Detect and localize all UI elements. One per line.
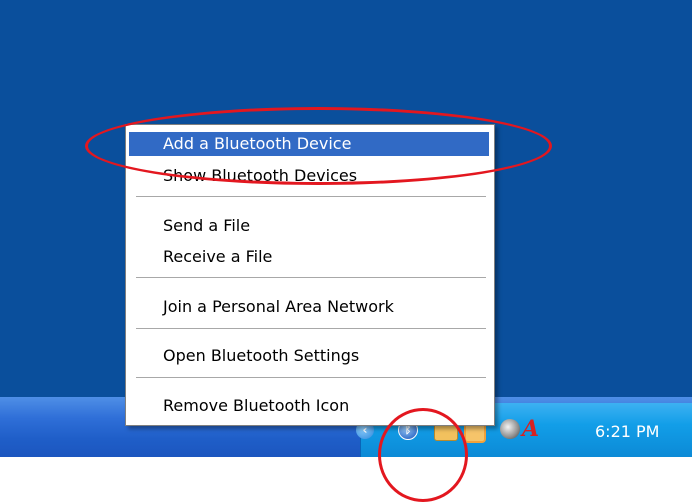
menu-item-receive-file[interactable]: Receive a File — [129, 245, 489, 269]
annotation-ellipse-menu-item — [85, 107, 552, 185]
menu-item-send-file[interactable]: Send a File — [129, 214, 489, 238]
network-icon[interactable]: A — [522, 417, 546, 441]
speaker-icon[interactable] — [500, 419, 520, 439]
taskbar-clock[interactable]: 6:21 PM — [595, 422, 659, 442]
menu-separator — [136, 328, 486, 330]
menu-item-join-pan[interactable]: Join a Personal Area Network — [129, 295, 489, 319]
annotation-ellipse-tray-icon — [378, 408, 468, 502]
menu-separator — [136, 377, 486, 379]
menu-separator — [136, 196, 486, 198]
menu-item-open-settings[interactable]: Open Bluetooth Settings — [129, 344, 489, 368]
menu-separator — [136, 277, 486, 279]
